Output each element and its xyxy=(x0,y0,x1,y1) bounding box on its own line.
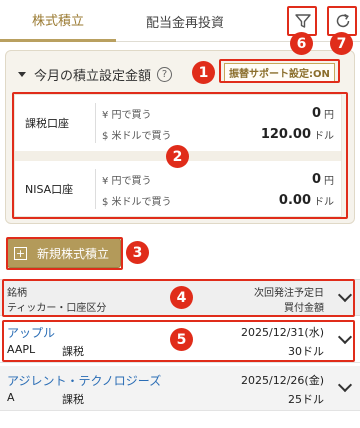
sort-chevron-down-icon[interactable] xyxy=(337,287,353,303)
marker-4: 4 xyxy=(170,286,193,309)
account-name: 課税口座 xyxy=(25,117,69,130)
chevron-down-icon[interactable] xyxy=(337,329,353,345)
row-label: $ 米ドルで買う xyxy=(102,130,172,142)
marker-7: 7 xyxy=(330,32,353,55)
header-next-order-date: 次回発注予定日 xyxy=(254,288,324,299)
settings-title: 今月の積立設定金額 xyxy=(34,69,152,84)
yen-row: ¥ 円で買う 0 円 xyxy=(102,103,334,123)
row-value: 0.00 xyxy=(278,192,311,208)
marker-5: 5 xyxy=(170,328,193,351)
account-taxable: 課税口座 ¥ 円で買う 0 円 $ 米ドルで買う 120.00 ドル xyxy=(15,95,341,151)
stock-name-link[interactable]: アップル xyxy=(7,324,55,341)
filter-icon[interactable] xyxy=(289,7,316,34)
row-unit: ドル xyxy=(314,196,334,208)
row-label: $ 米ドルで買う xyxy=(102,196,172,208)
row-value: 0 xyxy=(311,171,321,187)
marker-2: 2 xyxy=(166,145,189,168)
purchase-amount: 25ドル xyxy=(288,393,324,406)
row-unit: 円 xyxy=(324,175,334,187)
chevron-down-icon[interactable] xyxy=(337,377,353,393)
marker-3: 3 xyxy=(126,241,149,264)
next-order-date: 2025/12/26(金) xyxy=(241,374,324,387)
list-item[interactable]: アジレント・テクノロジーズ 2025/12/26(金) A 課税 25ドル xyxy=(0,366,360,411)
marker-6: 6 xyxy=(290,32,313,55)
help-icon[interactable]: ? xyxy=(157,67,173,82)
stock-name-link[interactable]: アジレント・テクノロジーズ xyxy=(7,372,161,389)
tab-dividend-reinvestment[interactable]: 配当金再投資 xyxy=(116,0,254,42)
row-label: ¥ 円で買う xyxy=(102,175,152,187)
new-stock-accumulation-button[interactable]: + 新規株式積立 xyxy=(7,238,121,268)
yen-row: ¥ 円で買う 0 円 xyxy=(102,169,334,189)
monthly-settings-card: 今月の積立設定金額 ? 振替サポート設定:ON 課税口座 ¥ 円で買う 0 円 … xyxy=(5,50,355,224)
row-label: ¥ 円で買う xyxy=(102,109,152,121)
purchase-amount: 30ドル xyxy=(288,345,324,358)
settings-header[interactable]: 今月の積立設定金額 ? xyxy=(18,65,173,84)
usd-row: $ 米ドルで買う 120.00 ドル xyxy=(102,124,334,144)
usd-row: $ 米ドルで買う 0.00 ドル xyxy=(102,190,334,210)
plus-icon: + xyxy=(14,246,27,260)
account-type: 課税 xyxy=(62,393,84,406)
header-stock: 銘柄 xyxy=(7,288,27,299)
account-type: 課税 xyxy=(62,345,84,358)
next-order-date: 2025/12/31(水) xyxy=(241,326,324,339)
ticker: AAPL xyxy=(7,343,36,356)
new-button-label: 新規株式積立 xyxy=(37,246,110,261)
tab-stock-accumulation[interactable]: 株式積立 xyxy=(0,0,116,42)
row-unit: ドル xyxy=(314,130,334,142)
row-value: 120.00 xyxy=(260,126,311,142)
header-purchase-amount: 買付金額 xyxy=(284,303,324,314)
ticker: A xyxy=(7,391,15,404)
refresh-icon[interactable] xyxy=(329,7,356,34)
header-ticker-account: ティッカー・口座区分 xyxy=(7,303,107,314)
row-unit: 円 xyxy=(324,109,334,121)
transfer-support-badge[interactable]: 振替サポート設定:ON xyxy=(224,63,335,82)
account-nisa: NISA口座 ¥ 円で買う 0 円 $ 米ドルで買う 0.00 ドル xyxy=(15,161,341,217)
collapse-caret-icon[interactable] xyxy=(18,72,26,77)
row-value: 0 xyxy=(311,105,321,121)
account-name: NISA口座 xyxy=(25,183,74,196)
marker-1: 1 xyxy=(192,61,215,84)
